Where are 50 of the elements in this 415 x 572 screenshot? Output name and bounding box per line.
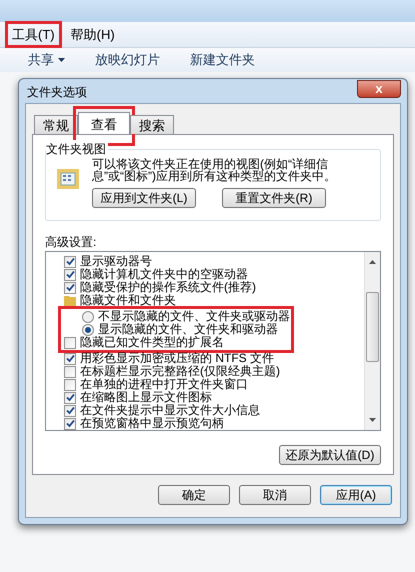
checkbox[interactable] (64, 256, 76, 268)
checkbox[interactable] (64, 418, 76, 430)
toolbar-button[interactable]: 新建文件夹 (190, 50, 255, 70)
caret-icon (58, 58, 65, 62)
folder-icon (64, 295, 76, 306)
dialog-button[interactable]: 还原为默认值(D) (279, 445, 381, 465)
setting-label: 显示隐藏的文件、文件夹和驱动器 (98, 323, 278, 336)
setting-label: 在文件夹提示中显示文件大小信息 (80, 404, 260, 417)
setting-label: 显示驱动器号 (80, 255, 152, 268)
setting-label: 用彩色显示加密或压缩的 NTFS 文件 (80, 352, 274, 365)
menu-item[interactable]: 工具(T) (5, 20, 62, 48)
dialog-button[interactable]: 应用(A) (320, 485, 392, 505)
dialog-button[interactable]: 确定 (158, 485, 230, 505)
setting-label: 在缩略图上显示文件图标 (80, 391, 212, 404)
tab[interactable]: 查看 (78, 112, 130, 134)
setting-label: 隐藏已知文件类型的扩展名 (80, 336, 224, 349)
checkbox[interactable] (64, 392, 76, 404)
description-text: 可以将该文件夹正在使用的视图(例如“详细信息”或“图标”)应用到所有这种类型的文件夹中。 (92, 158, 337, 182)
group-title: 文件夹视图 (46, 140, 108, 158)
setting-label: 隐藏受保护的操作系统文件(推荐) (80, 281, 256, 294)
checkbox[interactable] (64, 366, 76, 378)
setting-label: 在单独的进程中打开文件夹窗口 (80, 378, 248, 391)
checkbox[interactable] (64, 268, 76, 280)
dialog-button[interactable]: 应用到文件夹(L) (92, 188, 196, 208)
radio-button[interactable] (82, 310, 94, 322)
scroll-up-icon (369, 260, 376, 264)
toolbar-button[interactable]: 放映幻灯片 (95, 50, 160, 70)
menu-item[interactable]: 帮助(H) (70, 24, 115, 44)
setting-label: 不显示隐藏的文件、文件夹或驱动器 (98, 310, 290, 323)
setting-label: 隐藏文件和文件夹 (80, 294, 176, 307)
tab[interactable]: 常规 (34, 115, 78, 134)
toolbar-button[interactable]: 共享 (28, 50, 65, 70)
dialog-button[interactable]: 取消 (239, 485, 311, 505)
folder-icon (56, 166, 82, 192)
scroll-down-icon (369, 418, 376, 422)
section-label: 高级设置: (45, 234, 98, 251)
tab[interactable]: 搜索 (130, 115, 174, 134)
dialog-title: 文件夹选项 (26, 84, 87, 101)
check-icon (66, 354, 74, 363)
checkbox[interactable] (64, 404, 76, 416)
setting-label: 在标题栏显示完整路径(仅限经典主题) (80, 365, 280, 378)
setting-label: 隐藏计算机文件夹中的空驱动器 (80, 268, 248, 281)
checkbox[interactable] (64, 378, 76, 390)
checkbox[interactable] (64, 282, 76, 294)
checkbox[interactable] (64, 336, 76, 348)
dialog-button[interactable]: 重置文件夹(R) (222, 188, 326, 208)
scroll-thumb (366, 292, 379, 362)
radio-button[interactable] (82, 324, 94, 336)
checkbox[interactable] (64, 352, 76, 364)
setting-label: 在预览窗格中显示预览句柄 (80, 417, 224, 430)
